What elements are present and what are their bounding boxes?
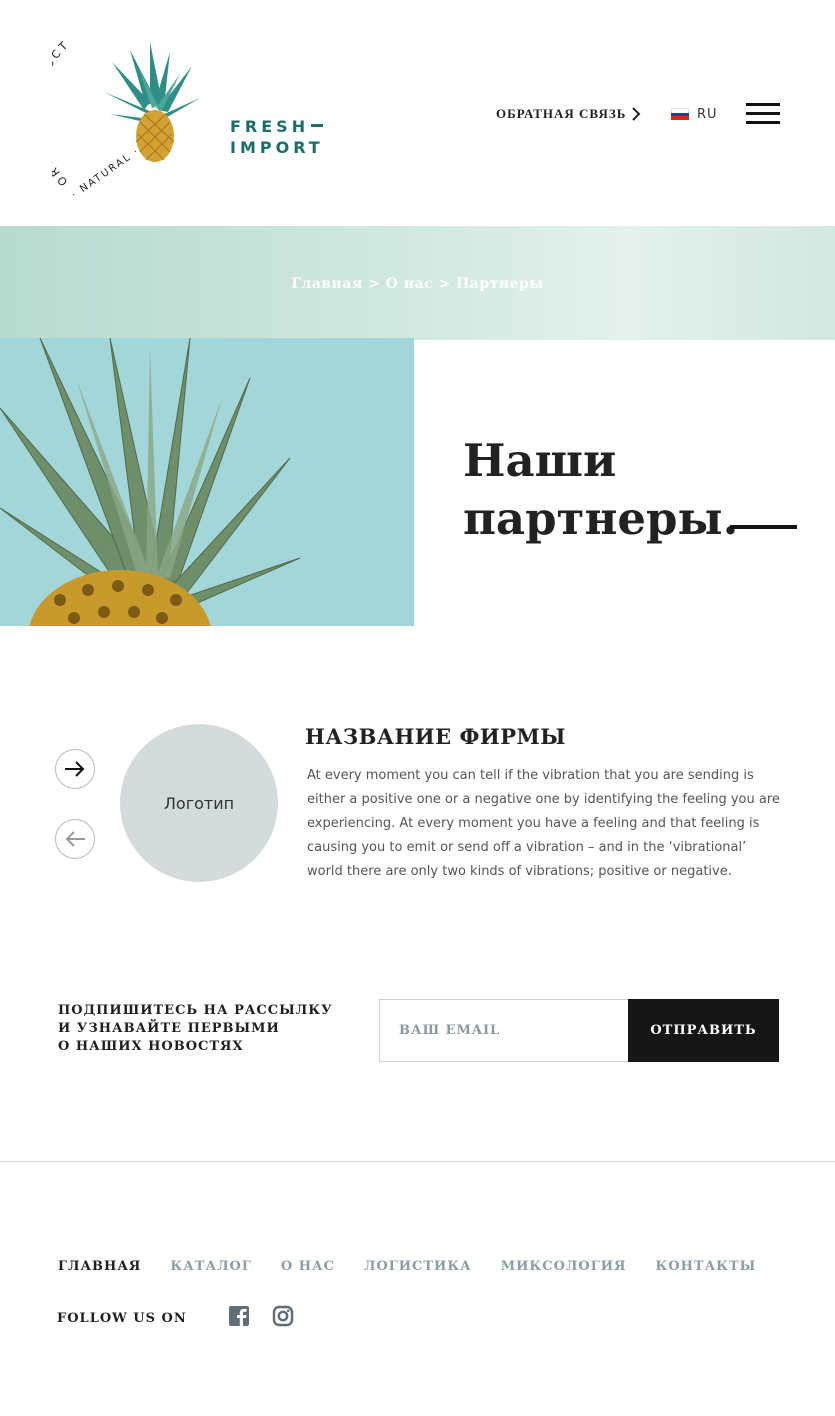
- breadcrumb-home[interactable]: Главная: [291, 276, 363, 292]
- breadcrumb: Главная > О нас > Партнеры: [0, 276, 835, 292]
- footer-nav-home[interactable]: ГЛАВНАЯ: [58, 1259, 141, 1274]
- instagram-icon[interactable]: [272, 1305, 294, 1327]
- follow-us-label: FOLLOW US ON: [57, 1311, 187, 1326]
- footer-nav-logistics[interactable]: ЛОГИСТИКА: [364, 1259, 472, 1274]
- partner-logo-label: Логотип: [163, 793, 235, 813]
- breadcrumb-separator: >: [368, 276, 381, 292]
- footer-nav-contacts[interactable]: КОНТАКТЫ: [655, 1259, 756, 1274]
- slider-prev-button[interactable]: [55, 819, 95, 859]
- newsletter-line-1: ПОДПИШИТЕСЬ НА РАССЫЛКУ: [58, 1003, 333, 1018]
- feedback-link[interactable]: ОБРАТНАЯ СВЯЗЬ: [496, 106, 626, 122]
- partner-name: НАЗВАНИЕ ФИРМЫ: [305, 724, 566, 749]
- footer-nav-mixology[interactable]: МИКСОЛОГИЯ: [501, 1259, 627, 1274]
- facebook-icon[interactable]: [228, 1305, 250, 1327]
- brand-line-1: FRESH: [230, 117, 310, 136]
- menu-icon[interactable]: [746, 103, 780, 125]
- email-input[interactable]: [379, 999, 629, 1062]
- page-title-line-1: Наши: [463, 434, 617, 487]
- language-switcher[interactable]: RU: [671, 106, 718, 122]
- partner-description: At every moment you can tell if the vibr…: [307, 768, 780, 879]
- brand-wordmark: FRESH IMPORT: [230, 116, 324, 158]
- russian-flag-icon: [671, 108, 689, 121]
- language-label: RU: [697, 106, 718, 122]
- newsletter-line-2: И УЗНАВАЙТЕ ПЕРВЫМИ: [58, 1021, 280, 1036]
- breadcrumb-band: Главная > О нас > Партнеры: [0, 226, 835, 340]
- partner-logo-placeholder: Логотип: [120, 724, 278, 882]
- brand-line-2: IMPORT: [230, 138, 324, 157]
- breadcrumb-about[interactable]: О нас: [386, 276, 433, 292]
- footer-nav-catalog[interactable]: КАТАЛОГ: [170, 1259, 251, 1274]
- title-underline-divider: [730, 525, 797, 529]
- hero-pineapple-image: [0, 338, 414, 626]
- footer-nav: ГЛАВНАЯ КАТАЛОГ О НАС ЛОГИСТИКА МИКСОЛОГ…: [58, 1259, 785, 1274]
- newsletter-line-3: О НАШИХ НОВОСТЯХ: [58, 1039, 244, 1054]
- brand-logo[interactable]: ORGANIC PRODUCT · NATURAL · 100%: [29, 22, 324, 204]
- breadcrumb-current: Партнеры: [456, 276, 544, 292]
- subscribe-button[interactable]: ОТПРАВИТЬ: [628, 999, 779, 1062]
- site-header: ORGANIC PRODUCT · NATURAL · 100%: [0, 0, 835, 226]
- arrow-left-icon: [65, 831, 85, 847]
- chevron-right-icon[interactable]: [630, 106, 642, 122]
- footer-divider: [0, 1161, 835, 1162]
- slider-next-button[interactable]: [55, 749, 95, 789]
- page-title-line-2: партнеры.: [463, 492, 739, 545]
- page-title: Наши партнеры.: [463, 432, 743, 548]
- pineapple-logo-icon: ORGANIC PRODUCT · NATURAL · 100%: [29, 37, 200, 201]
- footer-nav-about[interactable]: О НАС: [281, 1259, 335, 1274]
- svg-text:ORGANIC PRODUCT: ORGANIC PRODUCT: [52, 37, 72, 188]
- arrow-right-icon: [65, 761, 85, 777]
- newsletter-heading: ПОДПИШИТЕСЬ НА РАССЫЛКУ И УЗНАВАЙТЕ ПЕРВ…: [58, 1002, 333, 1056]
- breadcrumb-separator: >: [438, 276, 451, 292]
